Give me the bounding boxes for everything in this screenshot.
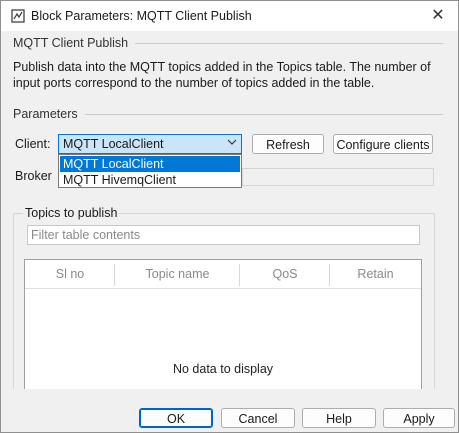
apply-button[interactable]: Apply xyxy=(383,408,455,428)
topics-heading: Topics to publish xyxy=(23,206,120,220)
client-option-localclient[interactable]: MQTT LocalClient xyxy=(60,156,240,172)
parameters-heading: Parameters xyxy=(13,107,78,121)
configure-clients-button[interactable]: Configure clients xyxy=(333,134,433,154)
broker-label: Broker xyxy=(15,169,52,183)
refresh-button[interactable]: Refresh xyxy=(252,134,324,154)
ok-button[interactable]: OK xyxy=(139,408,213,428)
client-dropdown-list: MQTT LocalClient MQTT HivemqClient xyxy=(58,154,242,188)
block-parameters-dialog: Block Parameters: MQTT Client Publish ✕ … xyxy=(0,0,459,433)
close-icon[interactable]: ✕ xyxy=(428,6,448,26)
simulink-block-icon xyxy=(11,9,25,23)
client-selected-value: MQTT LocalClient xyxy=(63,137,164,151)
client-label: Client: xyxy=(15,137,51,151)
column-header-retain[interactable]: Retain xyxy=(330,260,421,288)
chevron-down-icon[interactable] xyxy=(227,137,237,150)
column-header-sl-no[interactable]: Sl no xyxy=(25,260,115,288)
header-divider xyxy=(25,288,421,289)
empty-table-message: No data to display xyxy=(172,362,274,376)
client-dropdown[interactable]: MQTT LocalClient xyxy=(58,134,242,154)
title-bar: Block Parameters: MQTT Client Publish ✕ xyxy=(1,1,458,31)
block-name-divider xyxy=(135,43,443,44)
filter-input[interactable]: Filter table contents xyxy=(27,225,420,245)
parameters-divider xyxy=(85,114,443,115)
cancel-button[interactable]: Cancel xyxy=(221,408,295,428)
block-name-heading: MQTT Client Publish xyxy=(13,36,129,50)
column-header-topic-name[interactable]: Topic name xyxy=(115,260,240,288)
block-description: Publish data into the MQTT topics added … xyxy=(13,60,431,90)
column-header-qos[interactable]: QoS xyxy=(240,260,330,288)
window-title: Block Parameters: MQTT Client Publish xyxy=(31,9,252,23)
topics-table: Sl no Topic name QoS Retain No data to d… xyxy=(24,259,422,389)
broker-field xyxy=(242,168,434,186)
client-option-hivemqclient[interactable]: MQTT HivemqClient xyxy=(60,172,240,188)
help-button[interactable]: Help xyxy=(302,408,376,428)
